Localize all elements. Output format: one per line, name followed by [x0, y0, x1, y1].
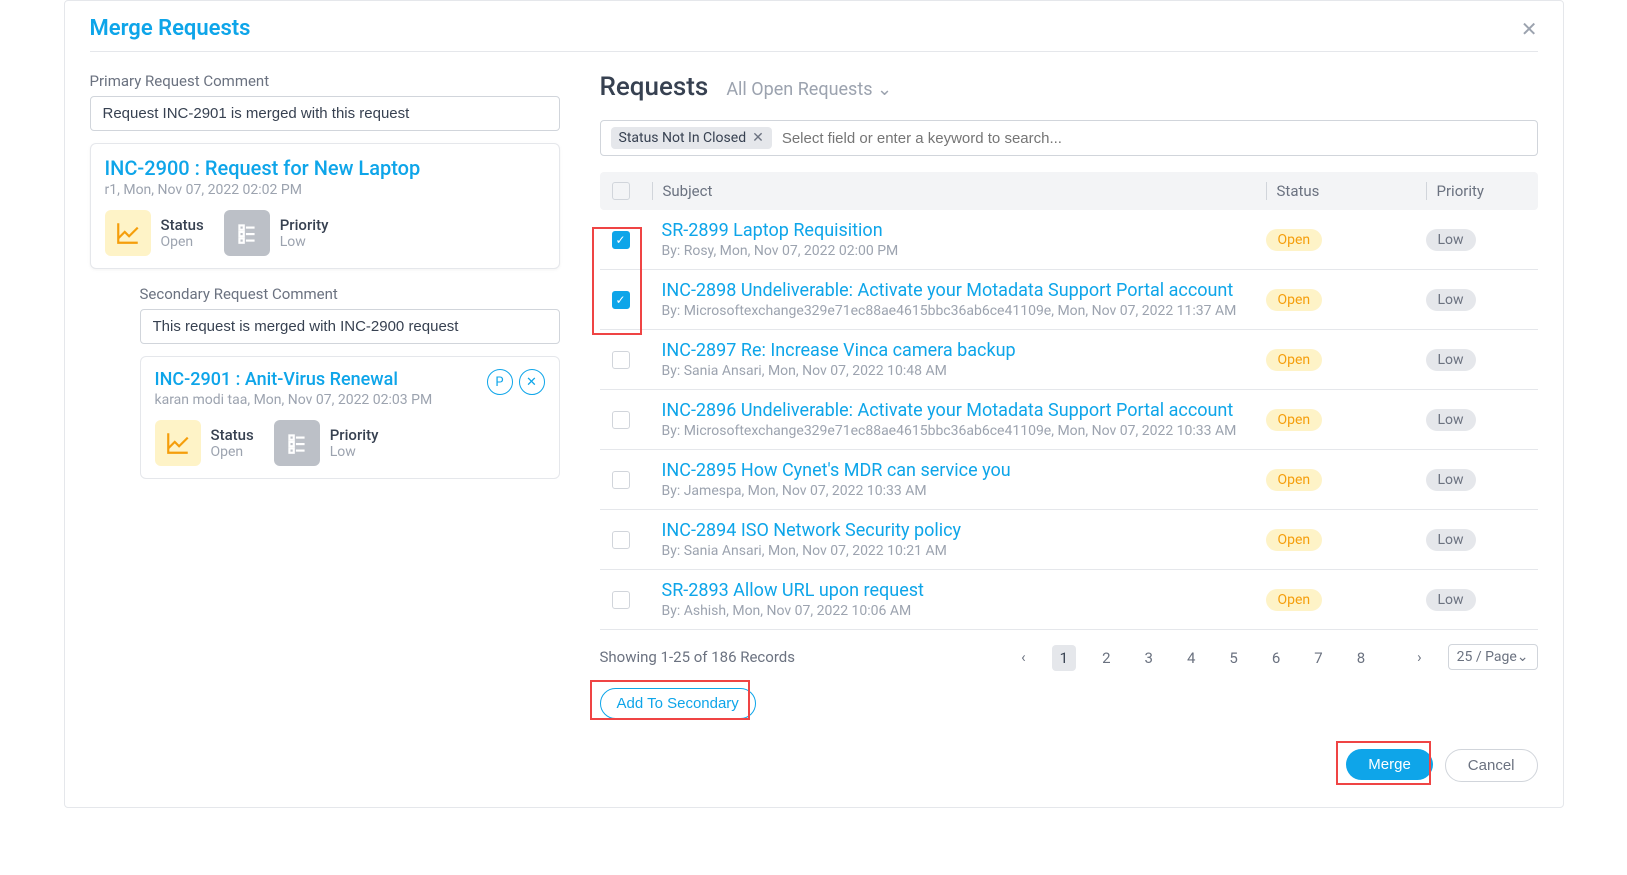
page-number[interactable]: 5: [1221, 645, 1245, 671]
status-badge: Open: [1266, 409, 1323, 431]
chart-line-icon: [105, 210, 151, 256]
request-title-link[interactable]: INC-2897 Re: Increase Vinca camera backu…: [662, 340, 1266, 361]
primary-request-card: INC-2900 : Request for New Laptop r1, Mo…: [90, 143, 560, 269]
row-checkbox[interactable]: ✓: [612, 291, 630, 309]
row-checkbox[interactable]: [612, 471, 630, 489]
table-row: INC-2896 Undeliverable: Activate your Mo…: [600, 390, 1538, 450]
requests-filter-dropdown[interactable]: All Open Requests ⌄: [726, 79, 892, 100]
request-title-link[interactable]: SR-2893 Allow URL upon request: [662, 580, 1266, 601]
filter-chip[interactable]: Status Not In Closed ✕: [611, 127, 772, 149]
col-subject: Subject: [652, 182, 1266, 200]
remove-secondary-icon[interactable]: ✕: [519, 369, 545, 395]
select-all-checkbox[interactable]: [612, 182, 630, 200]
table-row: INC-2894 ISO Network Security policy By:…: [600, 510, 1538, 570]
table-row: INC-2895 How Cynet's MDR can service you…: [600, 450, 1538, 510]
request-meta: By: Jamespa, Mon, Nov 07, 2022 10:33 AM: [662, 483, 1266, 499]
priority-badge: Low: [1426, 469, 1476, 491]
secondary-priority-label: Priority: [330, 426, 379, 444]
chevron-down-icon: ⌄: [1517, 649, 1529, 665]
request-meta: By: Ashish, Mon, Nov 07, 2022 10:06 AM: [662, 603, 1266, 619]
secondary-card-title[interactable]: INC-2901 : Anit-Virus Renewal: [155, 369, 433, 390]
page-number[interactable]: 7: [1306, 645, 1330, 671]
primary-comment-input[interactable]: [90, 96, 560, 131]
page-number[interactable]: 4: [1179, 645, 1203, 671]
row-checkbox[interactable]: ✓: [612, 231, 630, 249]
priority-badge: Low: [1426, 349, 1476, 371]
request-title-link[interactable]: SR-2899 Laptop Requisition: [662, 220, 1266, 241]
request-title-link[interactable]: INC-2898 Undeliverable: Activate your Mo…: [662, 280, 1266, 301]
pagination-info: Showing 1-25 of 186 Records: [600, 648, 795, 666]
next-page-icon[interactable]: ›: [1409, 644, 1430, 670]
make-primary-icon[interactable]: P: [487, 369, 513, 395]
priority-badge: Low: [1426, 529, 1476, 551]
primary-card-title[interactable]: INC-2900 : Request for New Laptop: [105, 156, 545, 180]
page-number[interactable]: 2: [1094, 645, 1118, 671]
status-badge: Open: [1266, 589, 1323, 611]
request-meta: By: Rosy, Mon, Nov 07, 2022 02:00 PM: [662, 243, 1266, 259]
primary-comment-label: Primary Request Comment: [90, 72, 560, 90]
row-checkbox[interactable]: [612, 351, 630, 369]
prev-page-icon[interactable]: ‹: [1013, 644, 1034, 670]
secondary-status-value: Open: [211, 444, 254, 460]
primary-priority-label: Priority: [280, 216, 329, 234]
table-row: ✓ INC-2898 Undeliverable: Activate your …: [600, 270, 1538, 330]
close-icon[interactable]: ✕: [1521, 17, 1538, 41]
primary-status-value: Open: [161, 234, 204, 250]
merge-button[interactable]: Merge: [1346, 749, 1433, 780]
request-title-link[interactable]: INC-2894 ISO Network Security policy: [662, 520, 1266, 541]
request-title-link[interactable]: INC-2895 How Cynet's MDR can service you: [662, 460, 1266, 481]
modal-title: Merge Requests: [90, 16, 251, 41]
request-title-link[interactable]: INC-2896 Undeliverable: Activate your Mo…: [662, 400, 1266, 421]
priority-icon: [224, 210, 270, 256]
chevron-down-icon: ⌄: [877, 79, 892, 100]
table-header: Subject Status Priority: [600, 172, 1538, 210]
search-input[interactable]: [782, 130, 1527, 147]
secondary-comment-label: Secondary Request Comment: [140, 285, 560, 303]
chip-remove-icon[interactable]: ✕: [752, 130, 764, 146]
secondary-request-card: INC-2901 : Anit-Virus Renewal karan modi…: [140, 356, 560, 479]
page-number[interactable]: 6: [1264, 645, 1288, 671]
chart-line-icon: [155, 420, 201, 466]
col-status: Status: [1266, 182, 1426, 200]
status-badge: Open: [1266, 289, 1323, 311]
primary-priority-value: Low: [280, 234, 329, 250]
primary-card-meta: r1, Mon, Nov 07, 2022 02:02 PM: [105, 182, 545, 198]
requests-heading: Requests: [600, 72, 709, 102]
status-badge: Open: [1266, 349, 1323, 371]
priority-badge: Low: [1426, 589, 1476, 611]
request-meta: By: Sania Ansari, Mon, Nov 07, 2022 10:2…: [662, 543, 1266, 559]
request-meta: By: Microsoftexchange329e71ec88ae4615bbc…: [662, 423, 1266, 439]
secondary-priority-value: Low: [330, 444, 379, 460]
secondary-card-meta: karan modi taa, Mon, Nov 07, 2022 02:03 …: [155, 392, 433, 408]
table-row: ✓ SR-2899 Laptop Requisition By: Rosy, M…: [600, 210, 1538, 270]
status-badge: Open: [1266, 229, 1323, 251]
search-bar[interactable]: Status Not In Closed ✕: [600, 120, 1538, 156]
row-checkbox[interactable]: [612, 531, 630, 549]
request-meta: By: Sania Ansari, Mon, Nov 07, 2022 10:4…: [662, 363, 1266, 379]
page-number[interactable]: 1: [1052, 645, 1076, 671]
col-priority: Priority: [1426, 182, 1526, 200]
page-size-dropdown[interactable]: 25 / Page⌄: [1448, 644, 1538, 670]
priority-badge: Low: [1426, 409, 1476, 431]
add-to-secondary-button[interactable]: Add To Secondary: [600, 688, 756, 719]
secondary-comment-input[interactable]: [140, 309, 560, 344]
status-badge: Open: [1266, 469, 1323, 491]
primary-status-label: Status: [161, 216, 204, 234]
table-row: INC-2897 Re: Increase Vinca camera backu…: [600, 330, 1538, 390]
page-number[interactable]: 3: [1137, 645, 1161, 671]
table-row: SR-2893 Allow URL upon request By: Ashis…: [600, 570, 1538, 630]
priority-badge: Low: [1426, 289, 1476, 311]
secondary-status-label: Status: [211, 426, 254, 444]
cancel-button[interactable]: Cancel: [1445, 749, 1538, 782]
priority-badge: Low: [1426, 229, 1476, 251]
page-number[interactable]: 8: [1349, 645, 1373, 671]
row-checkbox[interactable]: [612, 411, 630, 429]
status-badge: Open: [1266, 529, 1323, 551]
row-checkbox[interactable]: [612, 591, 630, 609]
priority-icon: [274, 420, 320, 466]
request-meta: By: Microsoftexchange329e71ec88ae4615bbc…: [662, 303, 1266, 319]
